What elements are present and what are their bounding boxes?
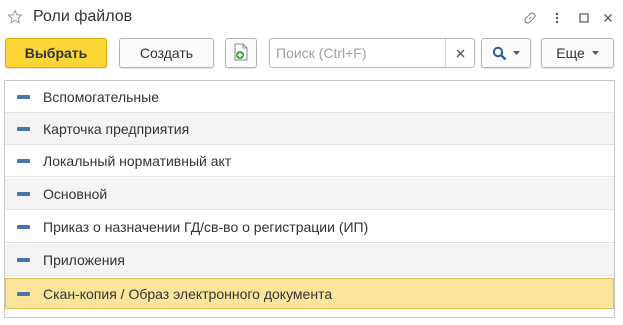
list-item[interactable]: Приказ о назначении ГД/св-во о регистрац… <box>5 211 614 243</box>
list-item[interactable]: Локальный нормативный акт <box>5 145 614 177</box>
list-item-label: Скан-копия / Образ электронного документ… <box>43 285 333 302</box>
list-item[interactable]: Вспомогательные <box>5 81 614 113</box>
window-title: Роли файлов <box>33 8 133 25</box>
star-outline-icon[interactable] <box>7 9 23 25</box>
magnifier-icon <box>492 46 507 61</box>
item-marker-icon <box>17 291 30 296</box>
list-item-label: Локальный нормативный акт <box>43 152 232 169</box>
create-copy-button[interactable] <box>225 38 257 68</box>
maximize-icon[interactable] <box>577 9 591 27</box>
list-item-selected[interactable]: Скан-копия / Образ электронного документ… <box>5 278 614 309</box>
search-button[interactable] <box>481 38 531 68</box>
item-marker-icon <box>17 257 30 262</box>
search-input[interactable] <box>270 39 446 67</box>
more-button-label: Еще <box>556 45 585 61</box>
item-marker-icon <box>17 126 30 131</box>
vertical-ellipsis-icon[interactable] <box>551 9 563 27</box>
close-icon[interactable] <box>601 9 615 27</box>
list-item-label: Карточка предприятия <box>43 120 190 137</box>
list-item[interactable]: Приложения <box>5 244 614 276</box>
list-item-label: Приказ о назначении ГД/св-во о регистрац… <box>43 218 369 235</box>
create-button[interactable]: Создать <box>119 38 214 68</box>
item-marker-icon <box>17 94 30 99</box>
command-bar: Выбрать Создать Поиск (Ctrl+F) Еще <box>0 38 623 70</box>
close-icon[interactable] <box>445 39 474 67</box>
link-icon[interactable] <box>521 9 539 27</box>
select-button[interactable]: Выбрать <box>5 38 107 68</box>
list-item-label: Вспомогательные <box>43 88 160 105</box>
item-marker-icon <box>17 191 30 196</box>
list-item[interactable]: Карточка предприятия <box>5 113 614 145</box>
list-item-label: Приложения <box>43 251 125 268</box>
chevron-down-icon <box>513 51 520 55</box>
document-add-icon <box>233 43 249 64</box>
search-field <box>269 38 475 68</box>
list-item[interactable]: Основной <box>5 178 614 210</box>
more-button[interactable]: Еще <box>541 38 614 68</box>
chevron-down-icon <box>591 51 599 55</box>
file-roles-list: Вспомогательные Карточка предприятия Лок… <box>4 80 615 318</box>
title-bar: Роли файлов <box>0 0 623 36</box>
list-item-label: Основной <box>43 185 108 202</box>
item-marker-icon <box>17 158 30 163</box>
item-marker-icon <box>17 224 30 229</box>
